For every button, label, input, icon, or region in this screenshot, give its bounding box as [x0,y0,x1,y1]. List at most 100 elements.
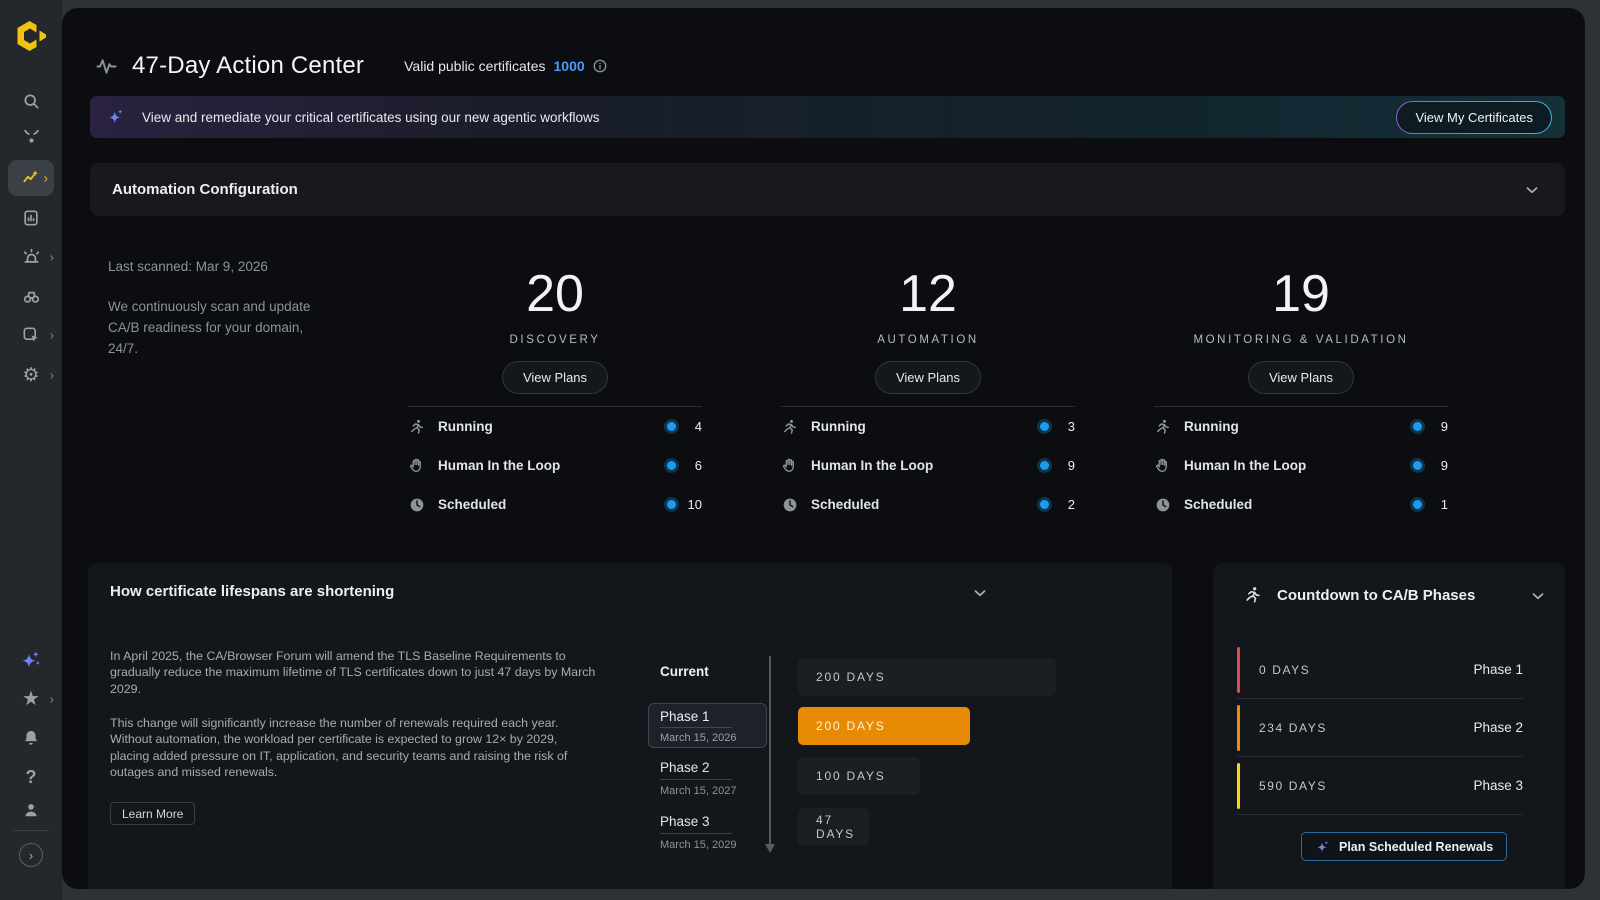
row-value: 9 [1432,419,1448,434]
row-value: 10 [686,497,702,512]
clock-icon [1154,496,1172,514]
bar-label: 200 DAYS [816,719,886,733]
phase-2-selector[interactable]: Phase 2 March 15, 2027 [660,760,770,797]
row-value: 4 [686,419,702,434]
hand-icon [1154,457,1172,475]
chevron-down-icon[interactable] [971,584,989,602]
search-icon [21,91,42,112]
chevron-down-icon[interactable] [1523,181,1541,199]
sidebar-item-notifications[interactable] [0,726,62,750]
row-label: Human In the Loop [1184,458,1306,473]
sidebar-item-favorites[interactable]: ★ › [0,687,62,711]
status-dot [667,461,676,470]
stat-row-scheduled: Scheduled 1 [1154,485,1448,524]
chevron-right-icon: › [44,172,48,185]
plan-scheduled-renewals-button[interactable]: Plan Scheduled Renewals [1301,832,1507,861]
lifespan-bar-200-days-current: 200 DAYS [798,658,1056,696]
phase-label: Phase 3 [1473,778,1523,793]
scan-note: Last scanned: Mar 9, 2026 We continuousl… [108,259,358,359]
lifespans-paragraph-2: This change will significantly increase … [110,715,596,781]
status-dot [1040,422,1049,431]
lifespans-paragraph-1: In April 2025, the CA/Browser Forum will… [110,648,596,697]
main-content: 47-Day Action Center Valid public certif… [62,8,1585,889]
runner-icon [1243,585,1263,605]
row-label: Running [811,419,866,434]
sidebar-item-policy[interactable]: › [0,323,62,347]
view-plans-button[interactable]: View Plans [1248,361,1354,394]
stat-label: DISCOVERY [510,334,601,346]
sparkles-icon [19,648,43,672]
last-scanned-text: Last scanned: Mar 9, 2026 [108,259,358,274]
workflows-icon [21,168,41,188]
view-plans-button[interactable]: View Plans [502,361,608,394]
stat-row-human-in-the-loop: Human In the Loop 9 [781,446,1075,485]
stat-count: 12 [899,266,957,322]
runner-icon [781,418,799,436]
button-label: Plan Scheduled Renewals [1339,840,1493,854]
stat-count: 20 [526,266,584,322]
hand-icon [781,457,799,475]
sidebar-item-search[interactable] [0,89,62,113]
countdown-header: Countdown to CA/B Phases [1243,585,1475,605]
logo-icon [13,18,49,54]
phase-name: Phase 1 [660,709,732,728]
phase-3-selector[interactable]: Phase 3 March 15, 2029 [660,814,770,851]
policy-cursor-icon [21,325,41,345]
stat-column-monitoring: 19 MONITORING & VALIDATION View Plans Ru… [1154,266,1448,524]
sidebar-divider [13,830,49,831]
sidebar-item-help[interactable]: ? [0,765,62,789]
row-label: Scheduled [1184,497,1252,512]
sidebar: › › › ⚙ › ★ › ? › [0,0,62,900]
chevron-right-icon: › [50,369,54,382]
row-value: 9 [1059,458,1075,473]
sidebar-item-settings[interactable]: ⚙ › [0,363,62,387]
sparkle-icon [1315,839,1331,855]
stat-count: 19 [1272,266,1330,322]
phase-label: Phase 1 [1473,662,1523,677]
sidebar-collapse-button[interactable]: › [19,843,43,867]
learn-more-button[interactable]: Learn More [110,802,195,825]
activity-icon [95,55,118,78]
lifespans-panel: How certificate lifespans are shortening… [88,563,1172,889]
app-root: { "colors": { "accent_blue": "#4B9BF5", … [0,0,1600,900]
agentic-workflows-banner: View and remediate your critical certifi… [90,96,1565,138]
cert-count-link[interactable]: 1000 [554,58,585,74]
row-label: Running [438,419,493,434]
panel-title: How certificate lifespans are shortening [110,583,394,600]
sidebar-item-reports[interactable] [0,206,62,230]
info-icon[interactable] [592,58,608,74]
row-value: 1 [1432,497,1448,512]
stat-column-discovery: 20 DISCOVERY View Plans Running 4 Human … [408,266,702,524]
status-dot [667,500,676,509]
help-icon: ? [26,767,37,788]
days-remaining: 234 DAYS [1259,721,1327,735]
brand-logo[interactable] [0,18,62,54]
sidebar-item-alerts[interactable]: › [0,245,62,269]
sidebar-item-workflows-active[interactable]: › [8,160,54,196]
siren-icon [21,247,42,268]
sidebar-item-ai-assistant[interactable] [0,648,62,672]
row-label: Human In the Loop [811,458,933,473]
stat-row-running: Running 3 [781,407,1075,446]
view-my-certificates-button[interactable]: View My Certificates [1396,101,1552,134]
status-dot [1040,500,1049,509]
sidebar-item-target[interactable] [0,128,62,152]
page-header: 47-Day Action Center Valid public certif… [95,52,608,80]
phase-color-bar [1237,763,1240,809]
sparkle-icon [106,107,126,127]
target-icon [21,130,42,151]
view-plans-button[interactable]: View Plans [875,361,981,394]
row-label: Human In the Loop [438,458,560,473]
chevron-right-icon: › [29,848,33,863]
countdown-row-phase-2: 234 DAYS Phase 2 [1237,699,1523,757]
sidebar-item-account[interactable] [0,798,62,822]
sidebar-item-discovery[interactable] [0,284,62,308]
phase-date: March 15, 2026 [660,732,755,744]
phase-1-selector[interactable]: Phase 1 March 15, 2026 [648,703,767,748]
status-dot [1413,500,1422,509]
runner-icon [408,418,426,436]
row-label: Scheduled [811,497,879,512]
status-dot [1413,422,1422,431]
stat-row-human-in-the-loop: Human In the Loop 6 [408,446,702,485]
chevron-down-icon[interactable] [1529,587,1547,605]
